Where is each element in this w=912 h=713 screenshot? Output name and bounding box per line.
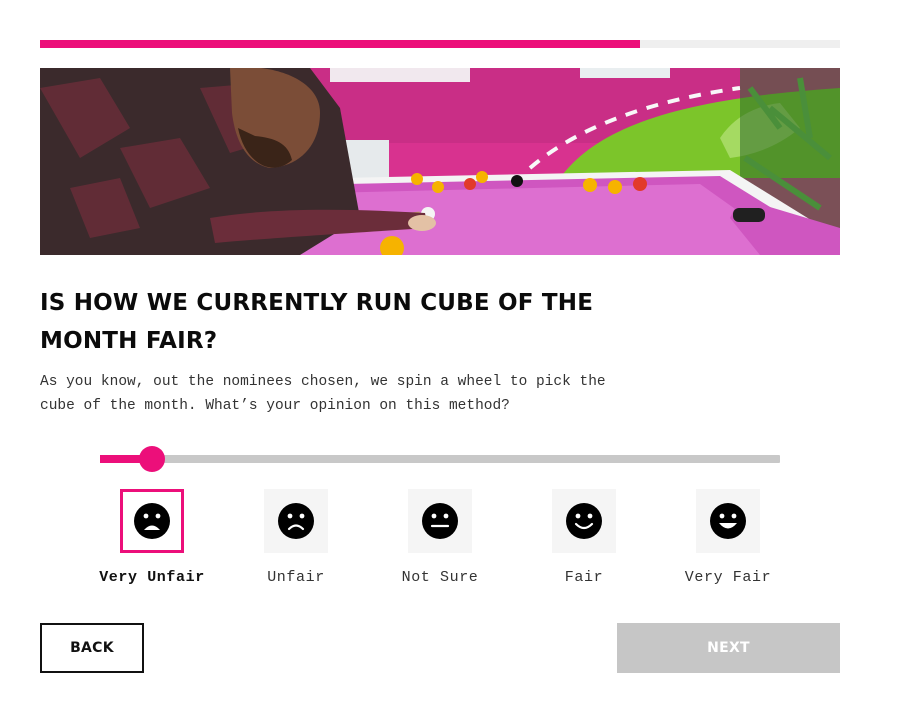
question-title: IS HOW WE CURRENTLY RUN CUBE OF THE MONT… xyxy=(40,290,594,354)
rating-option-label: Not Sure xyxy=(401,569,479,586)
rating-option-unfair[interactable]: Unfair xyxy=(236,489,356,589)
rating-slider[interactable] xyxy=(100,444,780,474)
next-button[interactable]: NEXT xyxy=(617,623,840,673)
rating-option-very-unfair[interactable]: Very Unfair xyxy=(92,489,212,589)
rating-option-label: Unfair xyxy=(267,569,325,586)
rating-option-label: Very Fair xyxy=(684,569,772,586)
rating-option-face[interactable] xyxy=(552,489,616,553)
unfair-face-icon xyxy=(278,503,314,539)
rating-option-label: Very Unfair xyxy=(99,569,205,586)
back-button[interactable]: BACK xyxy=(40,623,144,673)
very-fair-face-icon xyxy=(710,503,746,539)
rating-option-fair[interactable]: Fair xyxy=(524,489,644,589)
rating-option-face[interactable] xyxy=(408,489,472,553)
neutral-face-icon xyxy=(422,503,458,539)
rating-option-face[interactable] xyxy=(120,489,184,553)
rating-option-label: Fair xyxy=(564,569,604,586)
hero-image xyxy=(40,68,840,255)
rating-option-face[interactable] xyxy=(264,489,328,553)
rating-option-very-fair[interactable]: Very Fair xyxy=(668,489,788,589)
question-description: As you know, out the nominees chosen, we… xyxy=(40,374,606,414)
slider-thumb[interactable] xyxy=(139,446,165,472)
rating-option-not-sure[interactable]: Not Sure xyxy=(380,489,500,589)
very-unfair-face-icon xyxy=(134,503,170,539)
progress-bar-fill xyxy=(40,40,640,48)
fair-face-icon xyxy=(566,503,602,539)
rating-option-face[interactable] xyxy=(696,489,760,553)
pool-table-photo xyxy=(40,68,840,255)
progress-bar xyxy=(40,40,840,48)
slider-track[interactable] xyxy=(100,455,780,463)
